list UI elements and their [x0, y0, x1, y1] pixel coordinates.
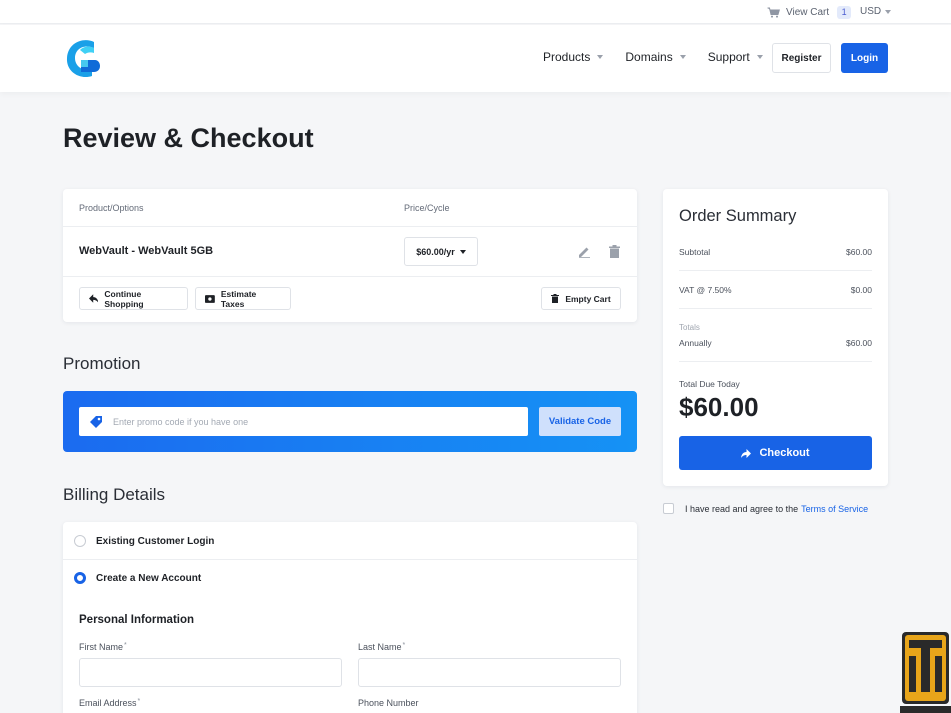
divider: [679, 361, 872, 362]
estimate-taxes-button[interactable]: Estimate Taxes: [195, 287, 291, 310]
promotion-title: Promotion: [63, 354, 141, 373]
new-account-option[interactable]: Create a New Account: [63, 559, 637, 597]
required-mark: *: [402, 642, 406, 649]
view-cart-label: View Cart: [786, 6, 830, 18]
vat-row: VAT @ 7.50% $0.00: [679, 285, 872, 295]
last-name-label: Last Name*: [358, 642, 405, 652]
vat-value: $0.00: [850, 285, 872, 295]
validate-code-button[interactable]: Validate Code: [539, 407, 621, 436]
cart-count-badge: 1: [837, 5, 852, 19]
col-header-price: Price/Cycle: [404, 203, 450, 213]
vat-label: VAT @ 7.50%: [679, 285, 732, 295]
subtotal-label: Subtotal: [679, 247, 711, 257]
watermark-logo: [900, 632, 951, 713]
last-name-field[interactable]: [358, 658, 621, 687]
tax-icon: [205, 294, 215, 303]
first-name-field[interactable]: [79, 658, 342, 687]
continue-shopping-label: Continue Shopping: [104, 288, 144, 309]
trash-icon: [608, 244, 620, 258]
currency-selector[interactable]: USD: [860, 6, 892, 17]
remove-item-button[interactable]: [606, 243, 622, 259]
cart-card: Product/Options Price/Cycle WebVault - W…: [63, 189, 637, 322]
caret-down-icon: [885, 9, 892, 14]
checkout-button[interactable]: Checkout: [679, 436, 872, 470]
nav-products[interactable]: Products: [543, 50, 604, 64]
order-summary-title: Order Summary: [679, 207, 797, 225]
continue-shopping-button[interactable]: Continue Shopping: [79, 287, 188, 310]
divider: [63, 276, 637, 277]
email-label: Email Address*: [79, 698, 140, 708]
view-cart-link[interactable]: View Cart 1: [767, 5, 852, 19]
first-name-label-text: First Name: [79, 642, 124, 652]
billing-cycle-select[interactable]: $60.00/yr: [404, 237, 478, 266]
billing-cycle-value: $60.00/yr: [416, 246, 455, 257]
caret-down-icon: [679, 55, 686, 59]
order-summary-card: Order Summary Subtotal $60.00 VAT @ 7.50…: [663, 189, 888, 486]
first-name-label: First Name*: [79, 642, 127, 652]
trash-icon: [551, 294, 560, 303]
main-nav: Products Domains Support: [543, 50, 763, 64]
divider: [63, 226, 637, 227]
annually-row: Annually $60.00: [679, 338, 872, 348]
last-name-label-text: Last Name: [358, 642, 402, 652]
personal-info-title: Personal Information: [79, 614, 195, 626]
checkout-label: Checkout: [759, 447, 810, 459]
utility-bar: View Cart 1 USD: [0, 0, 951, 24]
currency-label: USD: [860, 6, 882, 17]
subtotal-row: Subtotal $60.00: [679, 247, 872, 257]
required-mark: *: [137, 698, 141, 705]
divider: [679, 308, 872, 309]
edit-item-button[interactable]: [576, 243, 592, 259]
promo-code-input[interactable]: [79, 407, 528, 436]
billing-title: Billing Details: [63, 485, 166, 504]
tos-agreement: I have read and agree to the Terms of Se…: [663, 503, 868, 514]
annually-label: Annually: [679, 338, 712, 348]
main-header: Products Domains Support Register Login: [0, 25, 951, 92]
phone-label: Phone Number: [358, 698, 419, 708]
total-due-label: Total Due Today: [679, 379, 740, 389]
annually-value: $60.00: [846, 338, 872, 348]
tos-text: I have read and agree to the: [685, 503, 799, 514]
nav-domains-label: Domains: [625, 50, 673, 64]
promotion-panel: Validate Code: [63, 391, 637, 452]
empty-cart-label: Empty Cart: [565, 293, 611, 304]
edit-icon: [578, 247, 590, 258]
brand-logo[interactable]: [64, 36, 102, 80]
page-title: Review & Checkout: [63, 123, 314, 153]
total-due-amount: $60.00: [679, 392, 759, 422]
tos-checkbox[interactable]: [663, 503, 674, 514]
caret-down-icon: [597, 55, 604, 59]
caret-down-icon: [756, 55, 763, 59]
existing-customer-radio[interactable]: [74, 535, 86, 547]
required-mark: *: [124, 642, 127, 649]
nav-domains[interactable]: Domains: [625, 50, 686, 64]
subtotal-value: $60.00: [846, 247, 872, 257]
existing-customer-label: Existing Customer Login: [96, 535, 215, 547]
nav-support-label: Support: [707, 50, 750, 64]
estimate-taxes-label: Estimate Taxes: [220, 288, 257, 309]
cart-icon: [767, 7, 780, 18]
terms-of-service-link[interactable]: Terms of Service: [801, 504, 868, 514]
divider: [679, 270, 872, 271]
col-header-product: Product/Options: [79, 203, 144, 213]
cart-item-name: WebVault - WebVault 5GB: [79, 245, 214, 257]
arrow-left-icon: [89, 294, 99, 303]
email-label-text: Email Address: [79, 698, 137, 708]
totals-label: Totals: [679, 323, 700, 332]
caret-down-icon: [459, 249, 466, 254]
existing-customer-option[interactable]: Existing Customer Login: [63, 522, 637, 560]
new-account-label: Create a New Account: [96, 572, 202, 584]
nav-products-label: Products: [543, 50, 591, 64]
tag-icon: [90, 416, 102, 428]
nav-support[interactable]: Support: [708, 50, 763, 64]
billing-card: Existing Customer Login Create a New Acc…: [63, 522, 637, 713]
new-account-radio[interactable]: [74, 572, 86, 584]
arrow-right-icon: [741, 448, 752, 458]
empty-cart-button[interactable]: Empty Cart: [541, 287, 621, 310]
register-button[interactable]: Register: [772, 43, 831, 73]
login-button[interactable]: Login: [841, 43, 888, 73]
